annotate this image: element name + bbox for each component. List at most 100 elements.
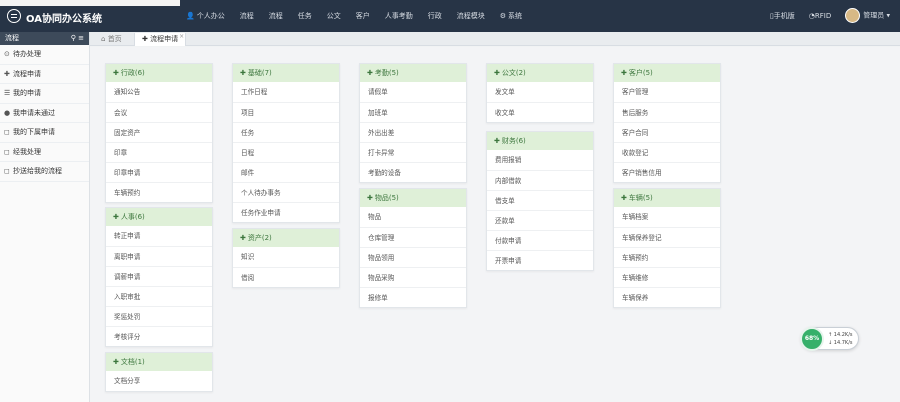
category-header[interactable]: ✚ 物品(5) — [360, 189, 466, 207]
close-icon[interactable]: × — [179, 30, 184, 43]
nav-label: 任务 — [297, 12, 312, 20]
flow-link[interactable]: 车辆保养 — [614, 287, 720, 307]
flow-link[interactable]: 知识 — [233, 247, 339, 267]
nav-item-5[interactable]: 客户 — [356, 11, 370, 21]
category-header[interactable]: ✚ 财务(6) — [487, 132, 593, 150]
flow-link[interactable]: 日程 — [233, 142, 339, 162]
flow-link[interactable]: 车辆预约 — [106, 182, 212, 202]
flow-link[interactable]: 仓库管理 — [360, 227, 466, 247]
flow-link[interactable]: 物品采购 — [360, 267, 466, 287]
flow-link[interactable]: 客户销售信用 — [614, 162, 720, 182]
flow-link[interactable]: 考勤的设备 — [360, 162, 466, 182]
category-card: ✚ 考勤(5) 请假单 加班单 外出出差 打卡异常 考勤的设备 — [359, 63, 467, 183]
mobile-link[interactable]: ▯手机版 — [770, 11, 795, 21]
network-speed-widget[interactable]: 68% ↑ 14.2K/s ↓ 14.7K/s — [800, 327, 859, 351]
flow-link[interactable]: 加班单 — [360, 102, 466, 122]
category-header[interactable]: ✚ 考勤(5) — [360, 64, 466, 82]
flow-link[interactable]: 内部借款 — [487, 170, 593, 190]
app-title: OA协同办公系统 — [26, 14, 102, 25]
category-header[interactable]: ✚ 客户(5) — [614, 64, 720, 82]
nav-item-9[interactable]: ⚙ 系统 — [500, 11, 522, 21]
nav-item-8[interactable]: 流程模块 — [457, 11, 485, 21]
sidebar-item-label: 抄送给我的流程 — [13, 167, 62, 175]
flow-link[interactable]: 开票申请 — [487, 250, 593, 270]
flow-link[interactable]: 通知公告 — [106, 82, 212, 102]
flow-link[interactable]: 任务 — [233, 122, 339, 142]
flow-link[interactable]: 奖惩处罚 — [106, 306, 212, 326]
flow-link[interactable]: 工作日程 — [233, 82, 339, 102]
flow-link[interactable]: 调薪申请 — [106, 266, 212, 286]
flow-link[interactable]: 项目 — [233, 102, 339, 122]
flow-link[interactable]: 物品领用 — [360, 247, 466, 267]
flow-link[interactable]: 借阅 — [233, 267, 339, 287]
flow-link[interactable]: 离职申请 — [106, 246, 212, 266]
flow-link[interactable]: 入职审批 — [106, 286, 212, 306]
chat-logo-icon[interactable] — [7, 9, 21, 23]
flow-link[interactable]: 售后服务 — [614, 102, 720, 122]
flow-link[interactable]: 文档分享 — [106, 371, 212, 391]
category-header[interactable]: ✚ 人事(6) — [106, 208, 212, 226]
flow-link[interactable]: 车辆维修 — [614, 267, 720, 287]
flow-link[interactable]: 物品 — [360, 207, 466, 227]
sidebar-item-3[interactable]: ● 我申请未通过 — [0, 104, 89, 123]
flow-link[interactable]: 外出出差 — [360, 122, 466, 142]
nav-item-7[interactable]: 行政 — [428, 11, 442, 21]
category-header[interactable]: ✚ 行政(6) — [106, 64, 212, 82]
category-header[interactable]: ✚ 文档(1) — [106, 353, 212, 371]
flow-link[interactable]: 印章申请 — [106, 162, 212, 182]
sidebar-item-2[interactable]: ☰ 我的申请 — [0, 84, 89, 104]
flow-link[interactable]: 固定资产 — [106, 122, 212, 142]
flow-link[interactable]: 车辆档案 — [614, 207, 720, 227]
search-icon[interactable]: ⚲ — [71, 34, 76, 42]
flow-link[interactable]: 还款单 — [487, 210, 593, 230]
flow-link[interactable]: 付款申请 — [487, 230, 593, 250]
nav-label: 流程 — [239, 12, 254, 20]
category-card: ✚ 人事(6) 转正申请 离职申请 调薪申请 入职审批 奖惩处罚 考核评分 — [105, 207, 213, 347]
flow-link[interactable]: 请假单 — [360, 82, 466, 102]
flow-link[interactable]: 个人待办事务 — [233, 182, 339, 202]
sidebar-item-5[interactable]: ◻ 经我处理 — [0, 143, 89, 162]
nav-label: 系统 — [508, 12, 522, 20]
flow-link[interactable]: 发文单 — [487, 82, 593, 102]
flow-link[interactable]: 邮件 — [233, 162, 339, 182]
category-card: ✚ 客户(5) 客户管理 售后服务 客户合同 收款登记 客户销售信用 — [613, 63, 721, 183]
flow-link[interactable]: 转正申请 — [106, 226, 212, 246]
flow-link[interactable]: 借支单 — [487, 190, 593, 210]
flow-link[interactable]: 客户管理 — [614, 82, 720, 102]
sidebar-item-4[interactable]: ◻ 我的下属申请 — [0, 123, 89, 143]
rfid-link[interactable]: ◔RFID — [809, 12, 831, 20]
flow-link[interactable]: 印章 — [106, 142, 212, 162]
flow-link[interactable]: 费用报销 — [487, 150, 593, 170]
nav-label: 人事考勤 — [384, 12, 413, 20]
flow-link[interactable]: 任务作业申请 — [233, 202, 339, 222]
menu-icon[interactable]: ≡ — [78, 34, 84, 42]
sidebar-item-0[interactable]: ⊙ 待办处理 — [0, 45, 89, 65]
category-header[interactable]: ✚ 资产(2) — [233, 229, 339, 247]
nav-item-4[interactable]: 公文 — [327, 11, 341, 21]
tab-flow-apply[interactable]: ✚ 流程申请 × — [134, 30, 187, 46]
flow-link[interactable]: 车辆预约 — [614, 247, 720, 267]
flow-link[interactable]: 打卡异常 — [360, 142, 466, 162]
flow-link[interactable]: 考核评分 — [106, 326, 212, 346]
sidebar-header: 流程 ⚲ ≡ — [0, 32, 89, 45]
sidebar-item-6[interactable]: ◻ 抄送给我的流程 — [0, 162, 89, 182]
flow-link[interactable]: 会议 — [106, 102, 212, 122]
category-header[interactable]: ✚ 公文(2) — [487, 64, 593, 82]
nav-item-2[interactable]: 流程 — [269, 11, 283, 21]
flow-link[interactable]: 收款登记 — [614, 142, 720, 162]
flow-link[interactable]: 报修单 — [360, 287, 466, 307]
nav-item-1[interactable]: 流程 — [240, 11, 254, 21]
flow-link[interactable]: 收文单 — [487, 102, 593, 122]
sidebar-item-1[interactable]: ✚ 流程申请 — [0, 65, 89, 84]
category-header[interactable]: ✚ 车辆(5) — [614, 189, 720, 207]
tab-home[interactable]: ⌂ 首页 — [94, 33, 129, 46]
nav-item-0[interactable]: 👤 个人办公 — [186, 11, 225, 21]
flow-link[interactable]: 客户合同 — [614, 122, 720, 142]
nav-item-6[interactable]: 人事考勤 — [385, 11, 413, 21]
user-menu[interactable]: 管理员 ▾ — [845, 8, 890, 23]
category-header[interactable]: ✚ 基础(7) — [233, 64, 339, 82]
nav-label: 个人办公 — [196, 12, 225, 20]
bookmark-icon: ◻ — [4, 147, 10, 156]
nav-item-3[interactable]: 任务 — [298, 11, 312, 21]
flow-link[interactable]: 车辆保养登记 — [614, 227, 720, 247]
